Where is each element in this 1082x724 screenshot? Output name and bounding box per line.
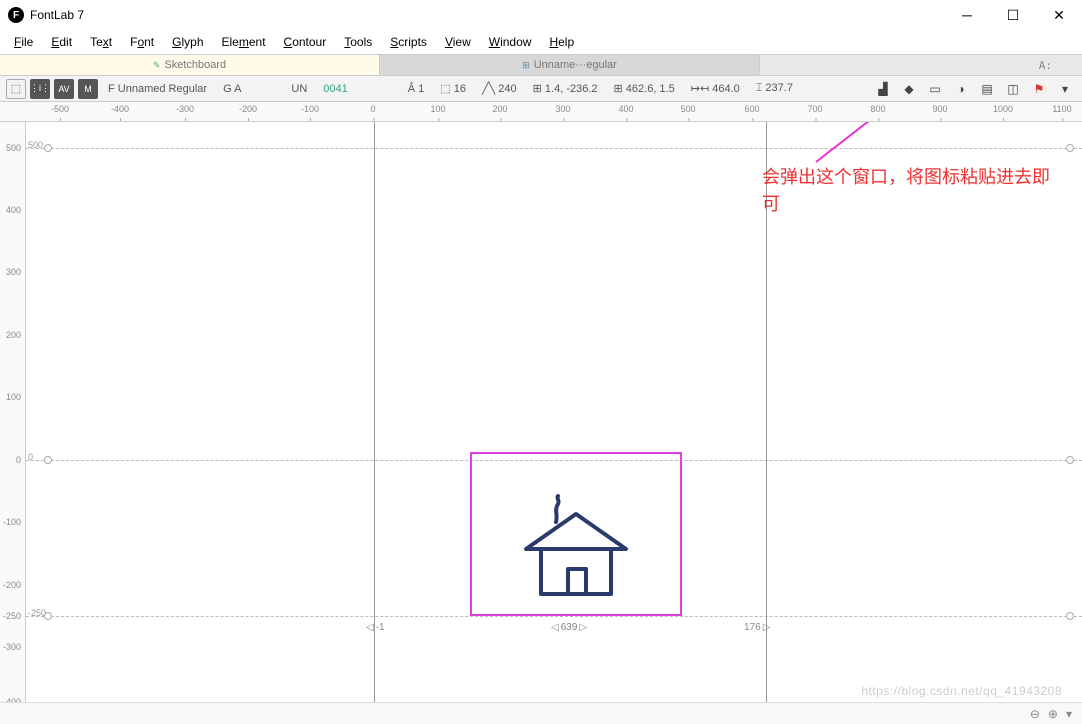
- width-marker[interactable]: ◁ 639 ▷: [551, 622, 587, 633]
- mode-btn-1[interactable]: ⋮i⋮: [30, 79, 50, 99]
- rsb-marker[interactable]: 176 ▷: [744, 622, 770, 633]
- ga-label: G A: [217, 83, 247, 95]
- guide-handle-icon[interactable]: [1066, 456, 1074, 464]
- title-bar: F FontLab 7 ─ ☐ ✕: [0, 0, 1082, 30]
- guide-handle-icon[interactable]: [44, 144, 52, 152]
- minimize-button[interactable]: ─: [944, 0, 990, 30]
- tool-flag-icon[interactable]: ⚑: [1028, 79, 1050, 99]
- tool-more-icon[interactable]: ▾: [1054, 79, 1076, 99]
- menu-text[interactable]: Text: [82, 33, 120, 51]
- sketchboard-icon: ✎: [153, 60, 161, 71]
- un-label: UN: [285, 83, 313, 95]
- menu-contour[interactable]: Contour: [276, 33, 335, 51]
- mode-btn-2[interactable]: AV: [54, 79, 74, 99]
- metric-label: 0: [28, 452, 33, 462]
- menu-font[interactable]: Font: [122, 33, 162, 51]
- menu-window[interactable]: Window: [481, 33, 540, 51]
- metric-d: ⊞ 1.4, -236.2: [527, 82, 604, 95]
- menu-element[interactable]: Element: [214, 33, 274, 51]
- info-toolbar: ⬚ ⋮i⋮ AV M F Unnamed Regular G A UN 0041…: [0, 76, 1082, 102]
- glyph-tab-icon: ⊞: [522, 60, 530, 71]
- a-field-label: A:: [1009, 55, 1082, 75]
- tool-select-icon[interactable]: ◫: [1002, 79, 1024, 99]
- close-button[interactable]: ✕: [1036, 0, 1082, 30]
- guide-handle-icon[interactable]: [1066, 612, 1074, 620]
- menu-file[interactable]: File: [6, 33, 41, 51]
- menu-tools[interactable]: Tools: [336, 33, 380, 51]
- zoom-out-icon[interactable]: ⊖: [1030, 707, 1040, 721]
- menu-glyph[interactable]: Glyph: [164, 33, 211, 51]
- menu-view[interactable]: View: [437, 33, 479, 51]
- workspace: 500 400 300 200 100 0 -100 -200 -250 -30…: [0, 122, 1082, 702]
- metric-c: ╱╲ 240: [476, 82, 523, 95]
- tab-bar: ✎ Sketchboard ⊞ Unname···egular A:: [0, 54, 1082, 76]
- metric-g: ⌶ 237.7: [750, 82, 799, 95]
- ruler-horizontal: -500 -400 -300 -200 -100 0 100 200 300 4…: [0, 102, 1082, 122]
- menu-bar: File Edit Text Font Glyph Element Contou…: [0, 30, 1082, 54]
- app-icon: F: [8, 7, 24, 23]
- font-name-label: F Unnamed Regular: [102, 83, 213, 95]
- menu-scripts[interactable]: Scripts: [382, 33, 435, 51]
- glyph-outline[interactable]: [516, 494, 636, 607]
- metric-f: ↦↤ 464.0: [685, 82, 746, 95]
- status-bar: ⊖ ⊕ ▾: [0, 702, 1082, 724]
- zoom-dropdown-icon[interactable]: ▾: [1066, 707, 1072, 721]
- metric-label: -250: [28, 608, 46, 618]
- guide-handle-icon[interactable]: [44, 456, 52, 464]
- metric-b: ⬚ 16: [434, 82, 472, 95]
- tab-glyph-label: Unname···egular: [534, 59, 617, 71]
- unicode-value[interactable]: 0041: [317, 83, 353, 95]
- guide-lsb: [374, 122, 375, 702]
- annotation-text: 会弹出这个窗口，将图标粘贴进去即可: [762, 164, 1062, 218]
- tab-sketchboard-label: Sketchboard: [164, 59, 226, 71]
- lsb-marker[interactable]: ◁ -1: [366, 622, 385, 633]
- menu-edit[interactable]: Edit: [43, 33, 80, 51]
- tool-layers-icon[interactable]: ▤: [976, 79, 998, 99]
- mode-btn-0[interactable]: ⬚: [6, 79, 26, 99]
- menu-help[interactable]: Help: [541, 33, 582, 51]
- tab-glyph[interactable]: ⊞ Unname···egular: [380, 55, 760, 75]
- app-title: FontLab 7: [30, 8, 944, 22]
- tab-sketchboard[interactable]: ✎ Sketchboard: [0, 55, 380, 75]
- glyph-canvas[interactable]: 500 0 -250 ◁ -1 ◁ 639 ▷ 176 ▷ 会弹出这个窗口，将图…: [26, 122, 1082, 702]
- metric-a: Â 1: [402, 83, 431, 95]
- guide-descender: [26, 616, 1082, 617]
- maximize-button[interactable]: ☐: [990, 0, 1036, 30]
- tool-rect-icon[interactable]: ▭: [924, 79, 946, 99]
- mode-btn-3[interactable]: M: [78, 79, 98, 99]
- guide-handle-icon[interactable]: [1066, 144, 1074, 152]
- watermark-text: https://blog.csdn.net/qq_41943208: [861, 684, 1062, 698]
- tool-overlap-icon[interactable]: ◑: [950, 79, 972, 99]
- zoom-in-icon[interactable]: ⊕: [1048, 707, 1058, 721]
- ruler-vertical: 500 400 300 200 100 0 -100 -200 -250 -30…: [0, 122, 26, 702]
- metric-e: ⊞ 462.6, 1.5: [608, 82, 681, 95]
- tool-drop-icon[interactable]: ◆: [898, 79, 920, 99]
- metric-label: 500: [28, 140, 43, 150]
- tool-ink-icon[interactable]: ▟: [872, 79, 894, 99]
